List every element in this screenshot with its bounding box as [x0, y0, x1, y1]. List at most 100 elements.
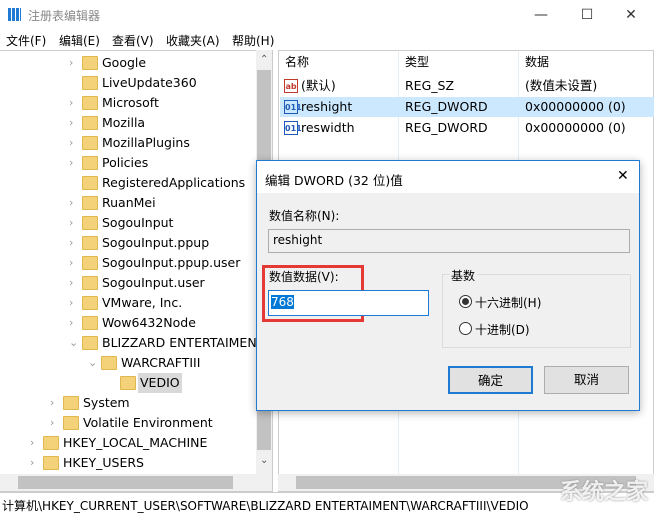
base-group-label: 基数	[449, 267, 478, 284]
maximize-button[interactable]: ☐	[564, 0, 610, 30]
registry-tree[interactable]: › Google LiveUpdate360 › Microsoft › Mozilla › M…	[0, 50, 273, 492]
column-header-name[interactable]: 名称	[285, 52, 309, 72]
value-data: (数值未设置)	[525, 78, 598, 93]
folder-icon	[43, 456, 59, 470]
tree-item[interactable]: › SogouInput	[0, 213, 256, 233]
tree-item[interactable]: › Policies	[0, 153, 256, 173]
chevron-right-icon[interactable]: ›	[69, 93, 73, 113]
folder-icon	[43, 436, 59, 450]
dialog-close-icon[interactable]: ✕	[617, 168, 629, 184]
tree-item[interactable]: › System	[0, 393, 256, 413]
folder-icon	[82, 96, 98, 110]
dec-radio[interactable]	[459, 322, 472, 335]
tree-item-label: SogouInput.user	[102, 275, 205, 290]
tree-item[interactable]: › VMware, Inc.	[0, 293, 256, 313]
tree-item[interactable]: › Mozilla	[0, 113, 256, 133]
tree-item-label: VEDIO	[138, 373, 182, 393]
tree-item-label: Volatile Environment	[83, 415, 213, 430]
folder-icon	[63, 396, 79, 410]
folder-icon	[82, 156, 98, 170]
tree-item[interactable]: VEDIO	[0, 373, 256, 393]
tree-item-label: Mozilla	[102, 115, 146, 130]
chevron-right-icon[interactable]: ›	[69, 193, 73, 213]
column-header-data[interactable]: 数据	[525, 52, 549, 72]
folder-icon	[82, 256, 98, 270]
tree-item[interactable]: › HKEY_USERS	[0, 453, 256, 473]
tree-item[interactable]: RegisteredApplications	[0, 173, 256, 193]
chevron-right-icon[interactable]: ›	[69, 213, 73, 233]
tree-item[interactable]: › SogouInput.user	[0, 273, 256, 293]
chevron-right-icon[interactable]: ›	[69, 313, 73, 333]
value-row[interactable]: 011 reswidth REG_DWORD 0x00000000 (0)	[280, 118, 654, 138]
cancel-button[interactable]: 取消	[544, 366, 629, 394]
menu-help[interactable]: 帮助(H)	[232, 32, 274, 49]
tree-item[interactable]: › Microsoft	[0, 93, 256, 113]
menu-edit[interactable]: 编辑(E)	[59, 32, 100, 49]
value-row[interactable]: ab (默认) REG_SZ (数值未设置)	[280, 76, 654, 96]
dialog-title: 编辑 DWORD (32 位)值	[265, 173, 403, 188]
scroll-down-icon[interactable]: ⌄	[260, 455, 268, 466]
value-name: reswidth	[301, 120, 355, 135]
ok-button[interactable]: 确定	[448, 366, 533, 394]
tree-item[interactable]: LiveUpdate360	[0, 73, 256, 93]
chevron-right-icon[interactable]: ›	[69, 293, 73, 313]
folder-icon	[82, 136, 98, 150]
tree-item-label: WARCRAFTIII	[121, 355, 201, 370]
tree-item[interactable]: › SogouInput.ppup.user	[0, 253, 256, 273]
string-value-icon: ab	[284, 79, 298, 93]
chevron-right-icon[interactable]: ›	[69, 273, 73, 293]
folder-icon	[120, 376, 136, 390]
menu-bar: 文件(F) 编辑(E) 查看(V) 收藏夹(A) 帮助(H)	[0, 30, 654, 50]
tree-item-label: SogouInput.ppup	[102, 235, 210, 250]
binary-value-icon: 011	[284, 100, 302, 114]
value-type: REG_DWORD	[405, 120, 488, 135]
minimize-button[interactable]: —	[518, 0, 564, 30]
folder-icon	[82, 216, 98, 230]
tree-item[interactable]: ⌄ WARCRAFTIII	[0, 353, 256, 373]
chevron-right-icon[interactable]: ›	[50, 413, 54, 433]
dec-label[interactable]: 十进制(D)	[475, 321, 530, 338]
watermark-logo: 系统之家	[560, 480, 649, 505]
tree-item[interactable]: ⌄ BLIZZARD ENTERTAIMENT	[0, 333, 264, 353]
chevron-right-icon[interactable]: ›	[69, 153, 73, 173]
tree-item[interactable]: › MozillaPlugins	[0, 133, 256, 153]
tree-item[interactable]: › Google	[0, 53, 256, 73]
tree-item[interactable]: › SogouInput.ppup	[0, 233, 256, 253]
binary-value-icon: 011	[284, 121, 302, 135]
tree-item-label: SogouInput.ppup.user	[102, 255, 241, 270]
hex-radio[interactable]	[459, 295, 472, 308]
tree-item[interactable]: › RuanMei	[0, 193, 256, 213]
chevron-right-icon[interactable]: ›	[69, 133, 73, 153]
value-data: 0x00000000 (0)	[525, 99, 626, 114]
menu-file[interactable]: 文件(F)	[6, 32, 46, 49]
value-data-label: 数值数据(V):	[269, 270, 339, 284]
chevron-down-icon[interactable]: ⌄	[69, 333, 78, 353]
tree-item-label: Microsoft	[102, 95, 159, 110]
folder-icon	[63, 416, 79, 430]
value-data-input[interactable]: 768	[268, 290, 429, 316]
chevron-right-icon[interactable]: ›	[69, 113, 73, 133]
folder-icon	[82, 316, 98, 330]
scroll-up-icon[interactable]: ⌃	[260, 54, 268, 65]
folder-icon	[82, 76, 98, 90]
menu-view[interactable]: 查看(V)	[112, 32, 154, 49]
column-header-type[interactable]: 类型	[405, 52, 429, 72]
chevron-right-icon[interactable]: ›	[30, 433, 34, 453]
chevron-right-icon[interactable]: ›	[30, 453, 34, 473]
chevron-down-icon[interactable]: ⌄	[88, 353, 97, 373]
chevron-right-icon[interactable]: ›	[50, 393, 54, 413]
tree-item[interactable]: › Volatile Environment	[0, 413, 256, 433]
close-button[interactable]: ✕	[608, 0, 654, 30]
tree-item[interactable]: › Wow6432Node	[0, 313, 256, 333]
value-row[interactable]: 011 reshight REG_DWORD 0x00000000 (0)	[280, 97, 654, 117]
chevron-right-icon[interactable]: ›	[69, 253, 73, 273]
tree-item-label: RuanMei	[102, 195, 156, 210]
tree-item[interactable]: › HKEY_LOCAL_MACHINE	[0, 433, 256, 453]
scroll-thumb[interactable]	[18, 476, 233, 489]
chevron-right-icon[interactable]: ›	[69, 53, 73, 73]
tree-horizontal-scrollbar[interactable]	[0, 474, 272, 491]
value-name: (默认)	[301, 78, 336, 93]
hex-label[interactable]: 十六进制(H)	[475, 294, 541, 311]
chevron-right-icon[interactable]: ›	[69, 233, 73, 253]
menu-favorites[interactable]: 收藏夹(A)	[166, 32, 220, 49]
